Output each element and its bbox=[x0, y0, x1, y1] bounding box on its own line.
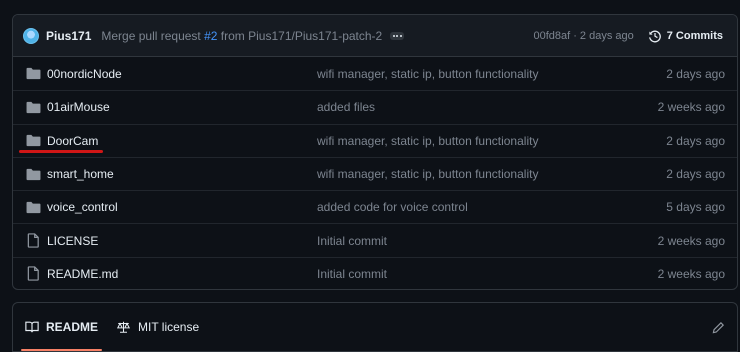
file-list: 00nordicNode wifi manager, static ip, but… bbox=[13, 57, 737, 289]
commit-meta: 00fd8af · 2 days ago 7 Commits bbox=[533, 29, 723, 43]
file-name-link[interactable]: smart_home bbox=[47, 167, 114, 181]
file-browser: Pius171 Merge pull request #2 from Pius1… bbox=[12, 14, 738, 290]
file-name-link[interactable]: 00nordicNode bbox=[47, 67, 122, 81]
scale-icon bbox=[116, 321, 131, 333]
commit-message-suffix: from Pius171/Pius171-patch-2 bbox=[217, 28, 383, 43]
file-commit-time: 2 weeks ago bbox=[657, 100, 725, 115]
file-commit-message-link[interactable]: wifi manager, static ip, button function… bbox=[317, 167, 538, 181]
file-commit-message-link[interactable]: Initial commit bbox=[317, 267, 387, 281]
file-row[interactable]: 00nordicNode wifi manager, static ip, but… bbox=[13, 57, 737, 90]
book-icon bbox=[25, 321, 39, 333]
file-name-link[interactable]: README.md bbox=[47, 267, 118, 281]
file-commit-time: 2 weeks ago bbox=[657, 233, 725, 248]
latest-commit-bar: Pius171 Merge pull request #2 from Pius1… bbox=[13, 15, 737, 57]
file-commit-message-link[interactable]: added files bbox=[317, 100, 375, 114]
file-row[interactable]: 01airMouse added files 2 weeks ago bbox=[13, 90, 737, 123]
folder-icon bbox=[26, 201, 40, 213]
pencil-icon bbox=[712, 321, 725, 333]
pull-request-link[interactable]: #2 bbox=[204, 29, 217, 43]
file-commit-time: 2 days ago bbox=[666, 66, 725, 81]
file-row[interactable]: LICENSE Initial commit 2 weeks ago bbox=[13, 223, 737, 256]
commits-count: 7 Commits bbox=[666, 29, 723, 42]
file-commit-message-link[interactable]: added code for voice control bbox=[317, 200, 468, 214]
commits-history-link[interactable]: 7 Commits bbox=[648, 29, 723, 43]
folder-icon bbox=[26, 101, 40, 114]
commit-message-prefix: Merge pull request bbox=[101, 28, 205, 43]
commit-author[interactable]: Pius171 bbox=[46, 29, 91, 43]
file-commit-message-link[interactable]: wifi manager, static ip, button function… bbox=[317, 67, 538, 81]
file-row[interactable]: DoorCam wifi manager, static ip, button f… bbox=[13, 123, 737, 157]
file-name-link[interactable]: voice_control bbox=[47, 200, 118, 214]
file-row[interactable]: README.md Initial commit 2 weeks ago bbox=[13, 256, 737, 289]
tab-license[interactable]: MIT license bbox=[116, 303, 199, 351]
edit-readme-button[interactable] bbox=[712, 321, 725, 334]
folder-icon bbox=[26, 135, 40, 147]
tab-license-label: MIT license bbox=[138, 320, 200, 334]
file-name-link[interactable]: DoorCam bbox=[47, 134, 98, 148]
file-name-link[interactable]: 01airMouse bbox=[47, 100, 110, 114]
file-icon bbox=[27, 266, 39, 282]
tab-readme-label: README bbox=[46, 320, 99, 334]
folder-icon bbox=[26, 68, 40, 80]
author-avatar[interactable] bbox=[23, 27, 39, 44]
folder-icon bbox=[26, 168, 40, 180]
file-commit-time: 2 weeks ago bbox=[657, 266, 725, 281]
file-commit-time: 5 days ago bbox=[666, 200, 725, 215]
file-icon bbox=[27, 233, 39, 248]
file-name-link[interactable]: LICENSE bbox=[47, 234, 98, 248]
file-row[interactable]: voice_control added code for voice contro… bbox=[13, 190, 737, 223]
tab-readme[interactable]: README bbox=[20, 303, 103, 351]
commit-sha-time[interactable]: 00fd8af · 2 days ago bbox=[533, 30, 633, 42]
commit-message[interactable]: Merge pull request #2 from Pius171/Pius1… bbox=[101, 29, 382, 43]
file-commit-time: 2 days ago bbox=[666, 167, 725, 182]
file-commit-time: 2 days ago bbox=[666, 133, 725, 148]
expand-commit-message-button[interactable] bbox=[390, 31, 405, 40]
file-commit-message-link[interactable]: Initial commit bbox=[317, 234, 387, 248]
red-underline-annotation bbox=[19, 149, 103, 153]
history-icon bbox=[648, 30, 661, 42]
file-commit-message-link[interactable]: wifi manager, static ip, button function… bbox=[317, 134, 538, 148]
file-row[interactable]: smart_home wifi manager, static ip, butto… bbox=[13, 156, 737, 190]
